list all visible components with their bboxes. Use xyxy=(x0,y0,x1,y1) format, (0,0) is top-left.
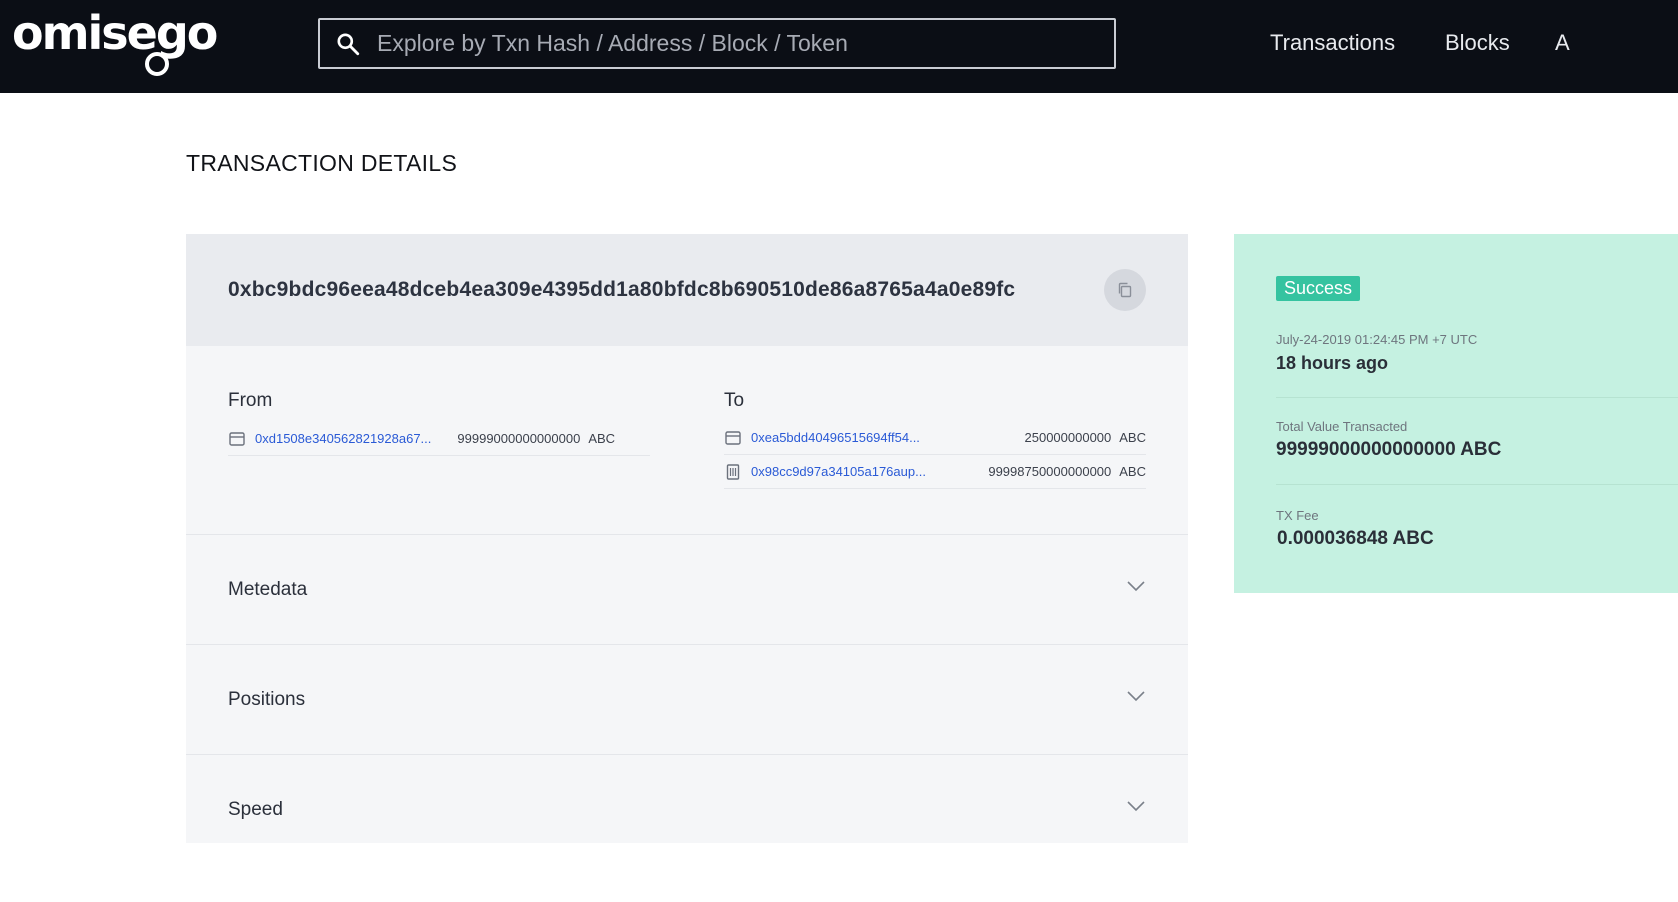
logo-text: omisego xyxy=(12,6,218,60)
nav-transactions-link[interactable]: Transactions xyxy=(1270,30,1395,56)
copy-icon xyxy=(1118,282,1132,298)
relative-time: 18 hours ago xyxy=(1276,353,1389,373)
input-address-link[interactable]: 0xd1508e340562821928a67... xyxy=(255,431,431,446)
transaction-hash-bar: 0xbc9bdc96eea48dceb4ea309e4395dd1a80bfdc… xyxy=(186,234,1188,346)
metadata-section-label: Metedata xyxy=(228,579,308,600)
chevron-down-icon xyxy=(1127,691,1145,702)
wallet-icon xyxy=(229,431,245,446)
tx-fee-label: TX Fee xyxy=(1276,508,1319,523)
omisego-logo[interactable]: omisego xyxy=(12,8,218,78)
search-input[interactable] xyxy=(375,29,1114,58)
output-row: 0x98cc9d97a34105a176aup... 9999875000000… xyxy=(724,455,1146,489)
transaction-card: 0xbc9bdc96eea48dceb4ea309e4395dd1a80bfdc… xyxy=(186,234,1188,843)
speed-section-label: Speed xyxy=(228,799,283,820)
output-amount: 250000000000 xyxy=(1024,430,1112,445)
divider xyxy=(1276,484,1678,485)
from-label: From xyxy=(228,390,273,411)
output-unit: ABC xyxy=(1119,464,1146,479)
total-value-label: Total Value Transacted xyxy=(1276,419,1408,434)
output-unit: ABC xyxy=(1119,430,1146,445)
tx-fee-value: 0.000036848 ABC xyxy=(1277,528,1434,549)
metadata-section-toggle[interactable]: Metedata xyxy=(186,534,1188,644)
logo-ring-glyph xyxy=(145,52,169,76)
page-title: TRANSACTION DETAILS xyxy=(186,150,458,176)
output-amount: 99998750000000000 xyxy=(988,464,1112,479)
positions-section-label: Positions xyxy=(228,689,306,710)
timestamp: July-24-2019 01:24:45 PM +7 UTC xyxy=(1276,332,1478,347)
input-amount: 99999000000000000 xyxy=(457,431,581,446)
input-row: 0xd1508e340562821928a67... 9999900000000… xyxy=(228,422,650,456)
nav-truncated-link[interactable]: A xyxy=(1555,30,1570,56)
total-value: 99999000000000000 ABC xyxy=(1276,439,1502,460)
positions-section-toggle[interactable]: Positions xyxy=(186,644,1188,754)
chevron-down-icon xyxy=(1127,801,1145,812)
top-navigation-bar: omisego Transactions Blocks A xyxy=(0,0,1678,93)
speed-section-toggle[interactable]: Speed xyxy=(186,754,1188,864)
search-box[interactable] xyxy=(318,18,1116,69)
search-icon xyxy=(337,32,360,55)
output-address-link[interactable]: 0xea5bdd40496515694ff54... xyxy=(751,430,920,445)
chevron-down-icon xyxy=(1127,581,1145,592)
output-row: 0xea5bdd40496515694ff54... 250000000000 … xyxy=(724,421,1146,455)
divider xyxy=(1276,397,1678,398)
to-label: To xyxy=(724,390,745,411)
nav-blocks-link[interactable]: Blocks xyxy=(1445,30,1510,56)
wallet-icon xyxy=(725,430,741,445)
status-badge: Success xyxy=(1276,276,1361,301)
input-unit: ABC xyxy=(588,431,616,446)
transaction-status-panel: Success July-24-2019 01:24:45 PM +7 UTC … xyxy=(1234,234,1678,593)
transaction-hash: 0xbc9bdc96eea48dceb4ea309e4395dd1a80bfdc… xyxy=(228,278,1016,301)
contract-icon xyxy=(726,463,740,480)
output-address-link[interactable]: 0x98cc9d97a34105a176aup... xyxy=(751,464,926,479)
copy-hash-button[interactable] xyxy=(1104,269,1146,311)
